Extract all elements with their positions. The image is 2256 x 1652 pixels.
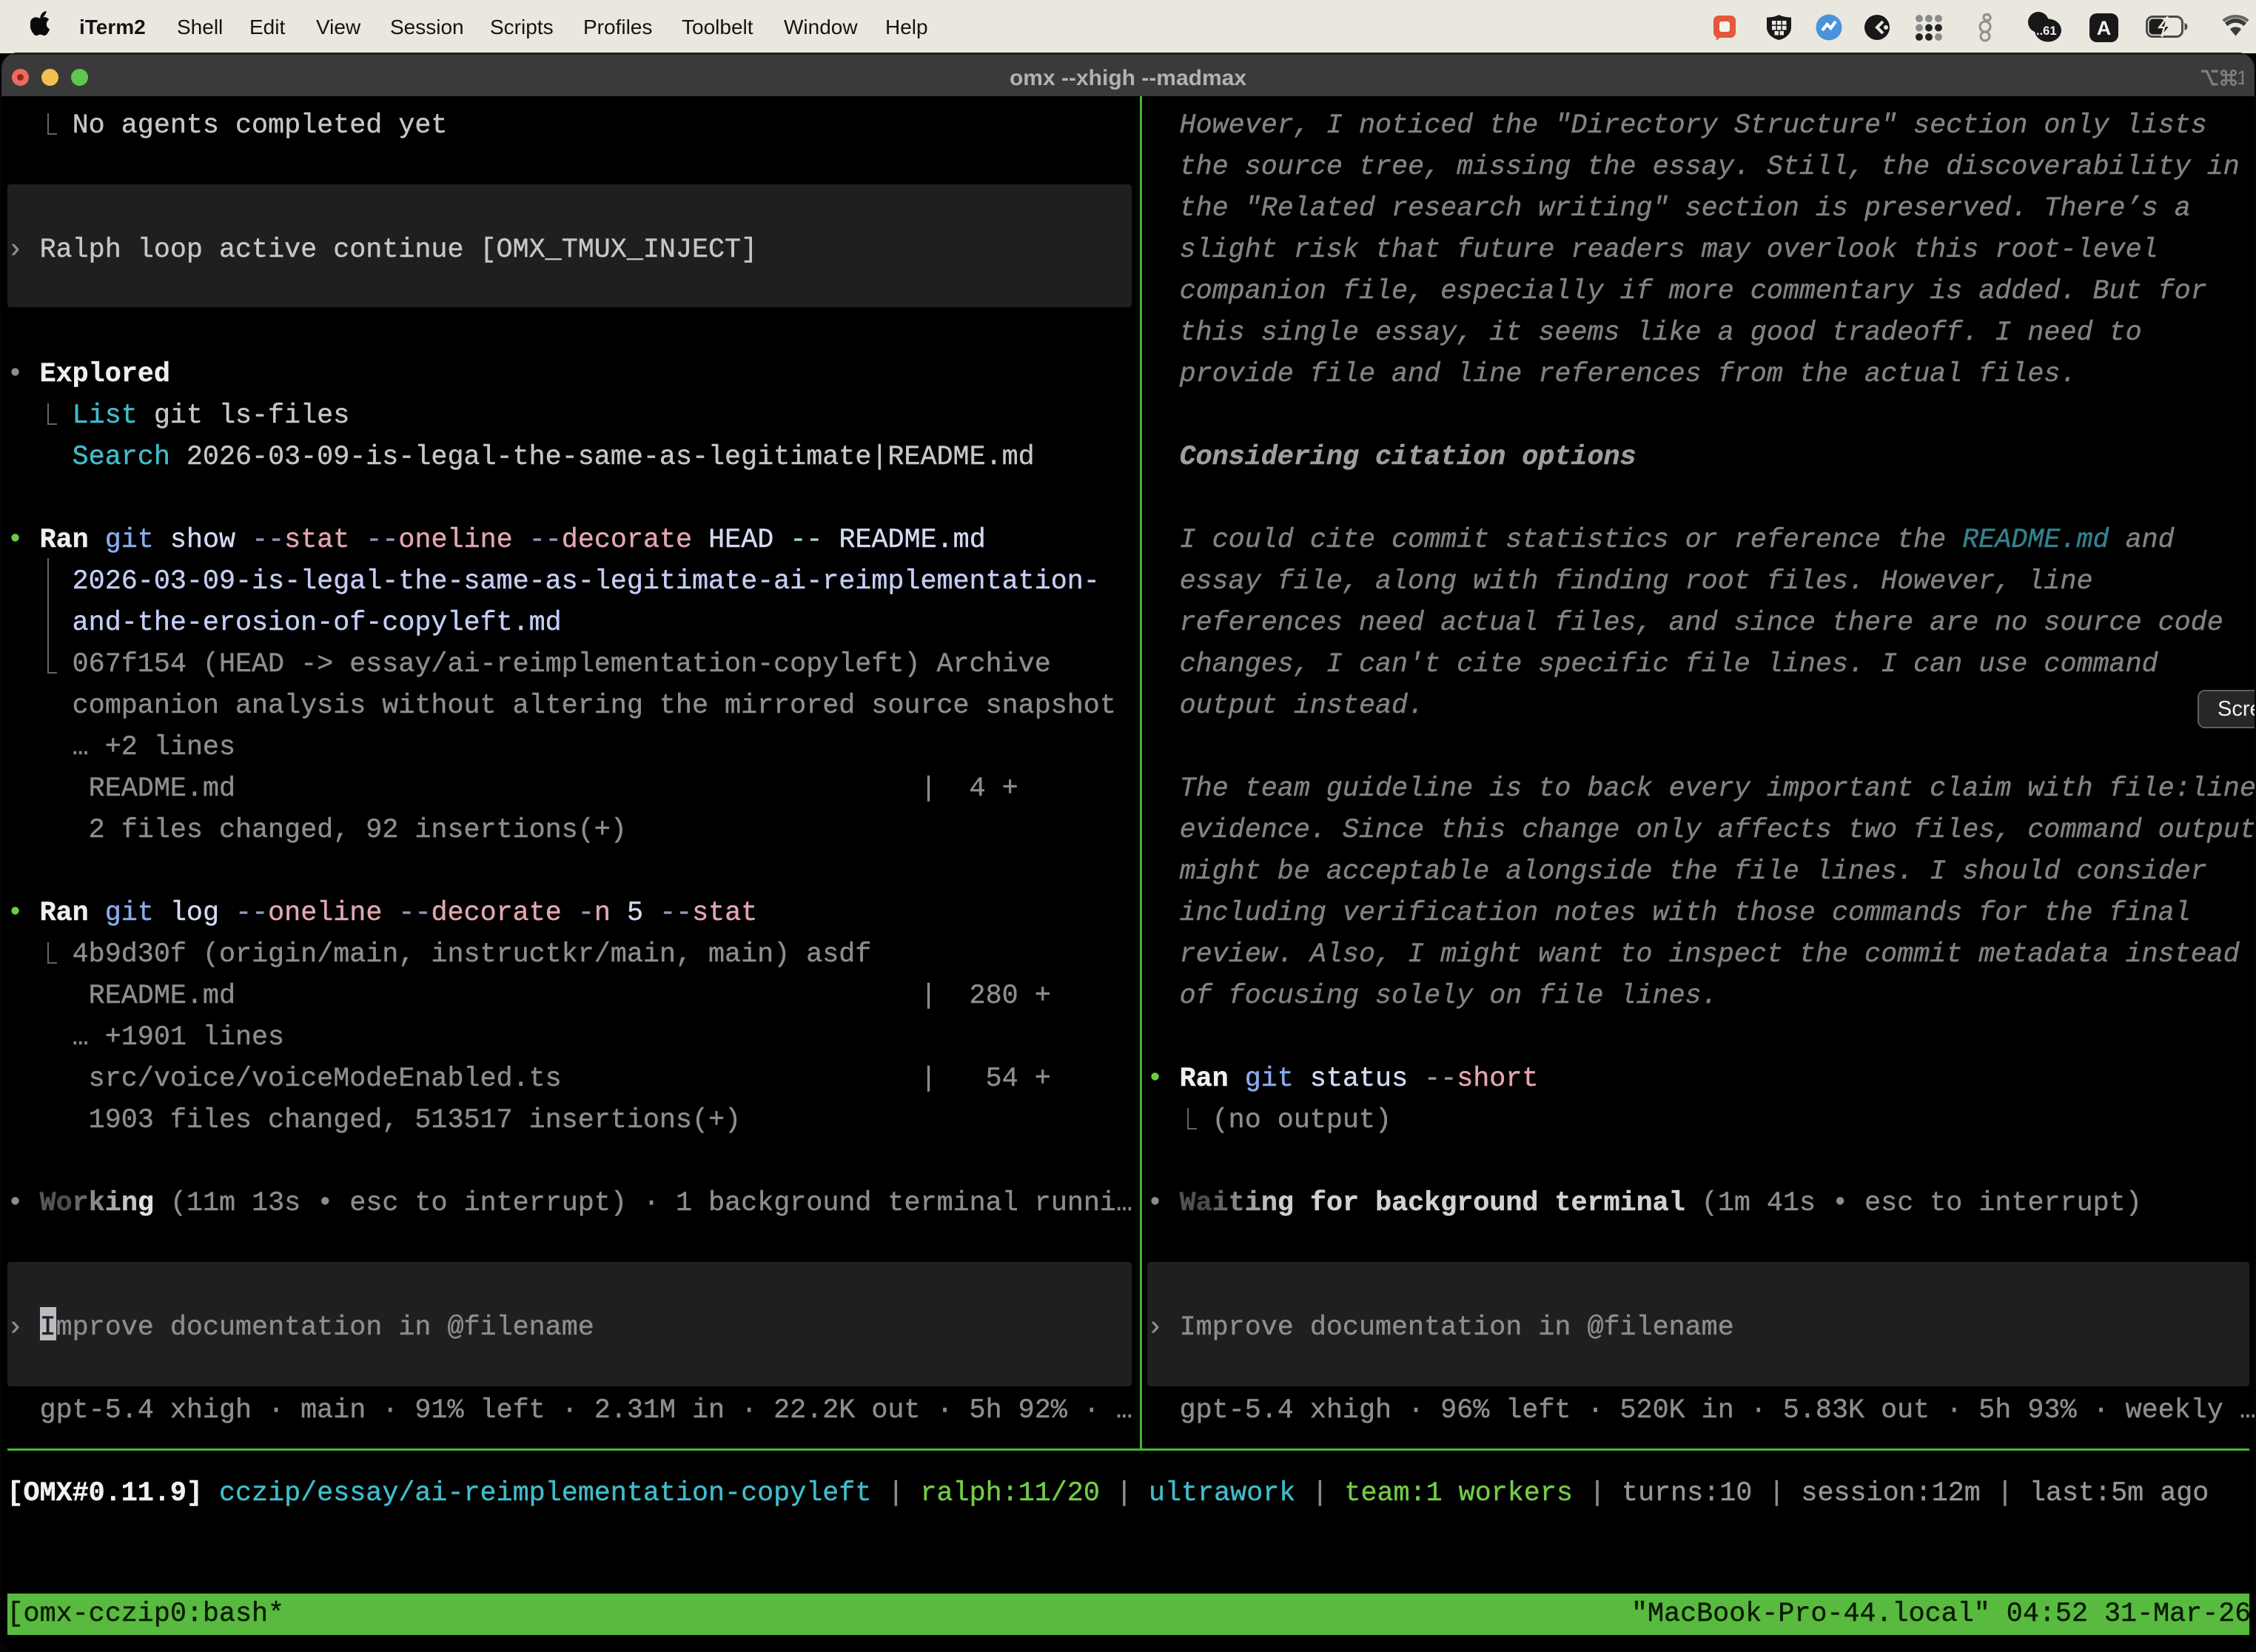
svg-text:1: 1	[2237, 69, 2244, 87]
svg-text:..61: ..61	[2036, 24, 2057, 38]
